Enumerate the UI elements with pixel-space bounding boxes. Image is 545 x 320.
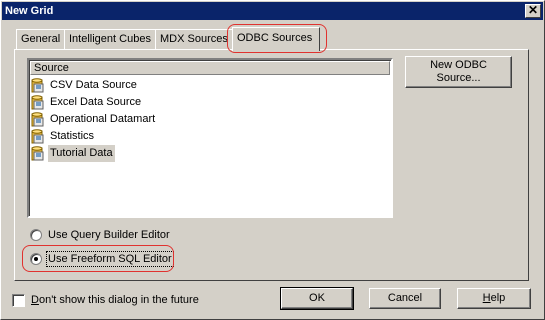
- database-icon: [31, 146, 45, 161]
- dont-show-checkbox[interactable]: [12, 293, 25, 307]
- list-item-label: Tutorial Data: [48, 145, 115, 162]
- database-icon: [31, 95, 45, 110]
- list-item-tutorial-data[interactable]: Tutorial Data: [31, 145, 157, 162]
- query-builder-radio[interactable]: [30, 229, 42, 241]
- list-item-label: Excel Data Source: [50, 96, 142, 108]
- list-item-statistics[interactable]: Statistics: [31, 128, 157, 145]
- query-builder-label: Use Query Builder Editor: [48, 229, 170, 241]
- title-bar: New Grid ✕: [2, 2, 543, 20]
- list-item-label: Operational Datamart: [50, 113, 156, 125]
- cancel-label: Cancel: [387, 292, 423, 304]
- dont-show-label-mnemonic: D: [31, 294, 39, 306]
- database-icon: [31, 78, 45, 93]
- tab-mdx-sources[interactable]: MDX Sources: [155, 29, 233, 49]
- freeform-sql-label: Use Freeform SQL Editor: [46, 251, 174, 267]
- list-item-csv[interactable]: CSV Data Source: [31, 77, 157, 94]
- tab-odbc-sources[interactable]: ODBC Sources: [232, 27, 320, 51]
- source-column-header[interactable]: Source: [30, 61, 390, 75]
- dont-show-label-rest: on't show this dialog in the future: [38, 294, 199, 306]
- dont-show-label: Don't show this dialog in the future: [31, 294, 199, 306]
- cancel-button[interactable]: Cancel: [369, 288, 441, 309]
- ok-button[interactable]: OK: [280, 287, 354, 310]
- help-label: Help: [483, 292, 506, 304]
- freeform-sql-radio-option[interactable]: Use Freeform SQL Editor: [30, 251, 174, 267]
- list-item-label: Statistics: [50, 130, 95, 142]
- tab-intelligent-cubes-label: Intelligent Cubes: [69, 33, 151, 45]
- query-builder-radio-option[interactable]: Use Query Builder Editor: [30, 227, 170, 243]
- tab-intelligent-cubes[interactable]: Intelligent Cubes: [64, 29, 156, 49]
- list-item-label: CSV Data Source: [50, 79, 137, 91]
- help-button[interactable]: Help: [457, 288, 531, 309]
- help-label-mnemonic: H: [482, 292, 491, 304]
- tab-general-label: General: [21, 33, 61, 45]
- help-label-rest: elp: [490, 292, 506, 304]
- close-icon: ✕: [527, 3, 539, 17]
- source-header-label: Source: [34, 62, 69, 74]
- tab-odbc-sources-label: ODBC Sources: [237, 32, 313, 44]
- freeform-sql-radio[interactable]: [30, 253, 42, 265]
- tab-general[interactable]: General: [16, 29, 66, 49]
- tab-mdx-sources-label: MDX Sources: [160, 33, 228, 45]
- ok-label: OK: [309, 292, 325, 304]
- new-odbc-line1: New ODBC: [430, 59, 487, 71]
- window-title: New Grid: [5, 5, 54, 17]
- dont-show-option[interactable]: Don't show this dialog in the future: [12, 292, 199, 308]
- list-item-operational-datamart[interactable]: Operational Datamart: [31, 111, 157, 128]
- database-icon: [31, 112, 45, 127]
- new-odbc-line2: Source...: [436, 72, 481, 84]
- database-icon: [31, 129, 45, 144]
- source-listbox[interactable]: Source CSV Data Source Excel Data Source…: [27, 58, 393, 218]
- source-list-items: CSV Data Source Excel Data Source Operat…: [31, 77, 157, 162]
- close-button[interactable]: ✕: [525, 4, 541, 18]
- list-item-excel[interactable]: Excel Data Source: [31, 94, 157, 111]
- new-odbc-source-button[interactable]: New ODBC Source...: [405, 56, 512, 88]
